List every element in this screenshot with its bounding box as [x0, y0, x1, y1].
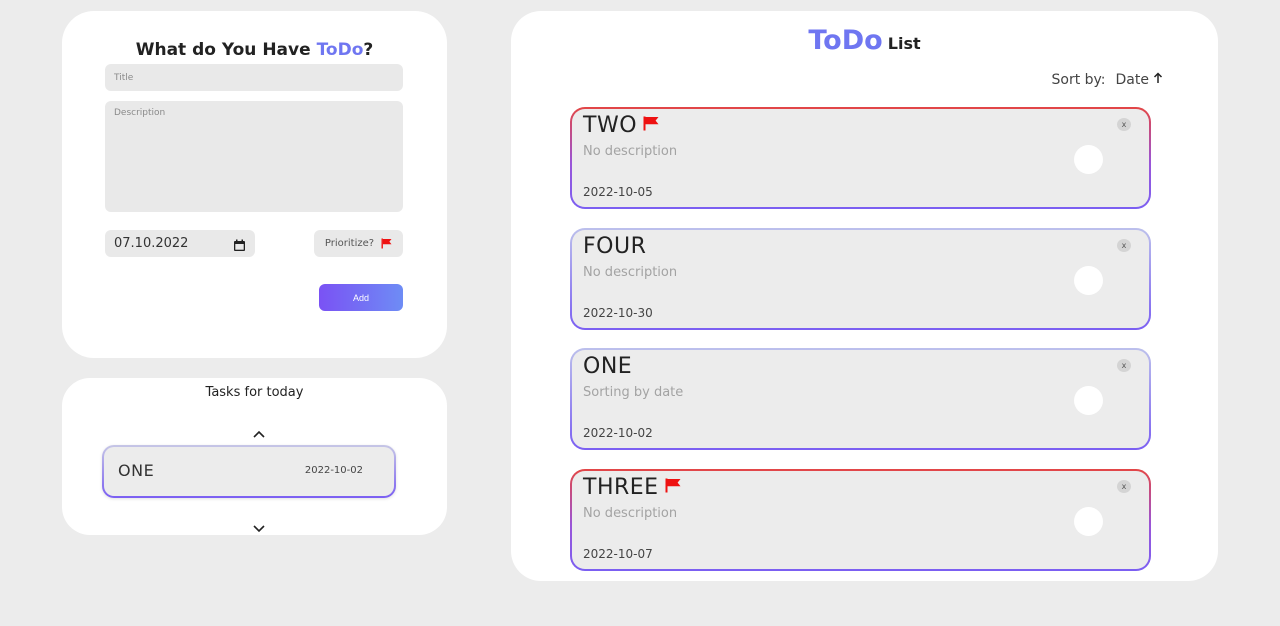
close-icon[interactable]: x [1117, 479, 1131, 493]
description-input[interactable] [105, 101, 403, 212]
tasks-for-today: Tasks for today ONE 2022-10-02 [62, 378, 447, 535]
today-title: Tasks for today [205, 385, 304, 400]
today-task-name: ONE [118, 461, 155, 480]
prioritize-toggle[interactable]: Prioritize? [314, 230, 403, 257]
add-button[interactable]: Add [319, 284, 403, 311]
list-title: ToDo List [511, 25, 1218, 56]
todo-description: No description [583, 144, 678, 159]
todo-item[interactable]: ONE Sorting by date 2022-10-02 x [570, 348, 1151, 450]
date-value: 07.10.2022 [114, 236, 189, 251]
form-heading-suffix: ? [363, 40, 374, 60]
todo-description: Sorting by date [583, 385, 684, 400]
priority-flag-icon [665, 478, 681, 497]
form-heading: What do You Have ToDo? [62, 40, 447, 60]
complete-toggle[interactable] [1074, 506, 1103, 536]
flag-icon [381, 234, 392, 253]
calendar-icon[interactable] [233, 237, 246, 251]
todo-title: FOUR [583, 233, 647, 259]
sort-control[interactable]: Sort by: Date [1052, 72, 1164, 88]
todo-item[interactable]: THREE No description 2022-10-07 x [570, 469, 1151, 571]
today-task-date: 2022-10-02 [304, 465, 363, 476]
form-heading-brand: ToDo [316, 40, 364, 60]
chevron-up-icon[interactable] [253, 423, 265, 438]
todo-list: TWO No description 2022-10-05 x FOUR No … [570, 107, 1151, 589]
form-heading-text: What do You Have [135, 40, 317, 60]
todo-date: 2022-10-30 [583, 305, 653, 320]
chevron-down-icon[interactable] [253, 518, 265, 533]
priority-flag-icon [643, 116, 659, 135]
todo-list-panel: ToDo List Sort by: Date TWO No descripti… [511, 11, 1218, 581]
complete-toggle[interactable] [1074, 386, 1103, 415]
list-title-brand: ToDo [808, 25, 883, 56]
complete-toggle[interactable] [1074, 265, 1103, 295]
title-input[interactable] [105, 64, 403, 91]
todo-date: 2022-10-05 [583, 185, 653, 199]
close-icon[interactable]: x [1117, 118, 1131, 131]
todo-header: THREE [583, 475, 681, 500]
today-task-item[interactable]: ONE 2022-10-02 [102, 445, 396, 498]
todo-item[interactable]: TWO No description 2022-10-05 x [570, 107, 1151, 209]
todo-header: TWO [583, 113, 659, 138]
todo-description: No description [583, 264, 678, 280]
todo-title: THREE [583, 474, 659, 500]
date-input[interactable]: 07.10.2022 [105, 230, 255, 257]
todo-description: No description [583, 505, 678, 521]
todo-header: ONE [583, 354, 632, 379]
todo-title: ONE [583, 354, 633, 379]
sort-value[interactable]: Date [1116, 72, 1149, 88]
list-title-word: List [887, 34, 921, 53]
new-todo-form: What do You Have ToDo? 07.10.2022 Priori… [62, 11, 447, 358]
arrow-up-icon[interactable] [1153, 72, 1163, 88]
complete-toggle[interactable] [1074, 145, 1103, 174]
todo-date: 2022-10-07 [583, 546, 653, 561]
todo-title: TWO [583, 113, 638, 138]
todo-date: 2022-10-02 [583, 426, 653, 440]
close-icon[interactable]: x [1117, 238, 1131, 252]
todo-item[interactable]: FOUR No description 2022-10-30 x [570, 228, 1151, 330]
sort-label: Sort by: [1051, 72, 1106, 88]
prioritize-label: Prioritize? [324, 238, 375, 249]
todo-header: FOUR [583, 234, 646, 259]
close-icon[interactable]: x [1117, 359, 1131, 372]
